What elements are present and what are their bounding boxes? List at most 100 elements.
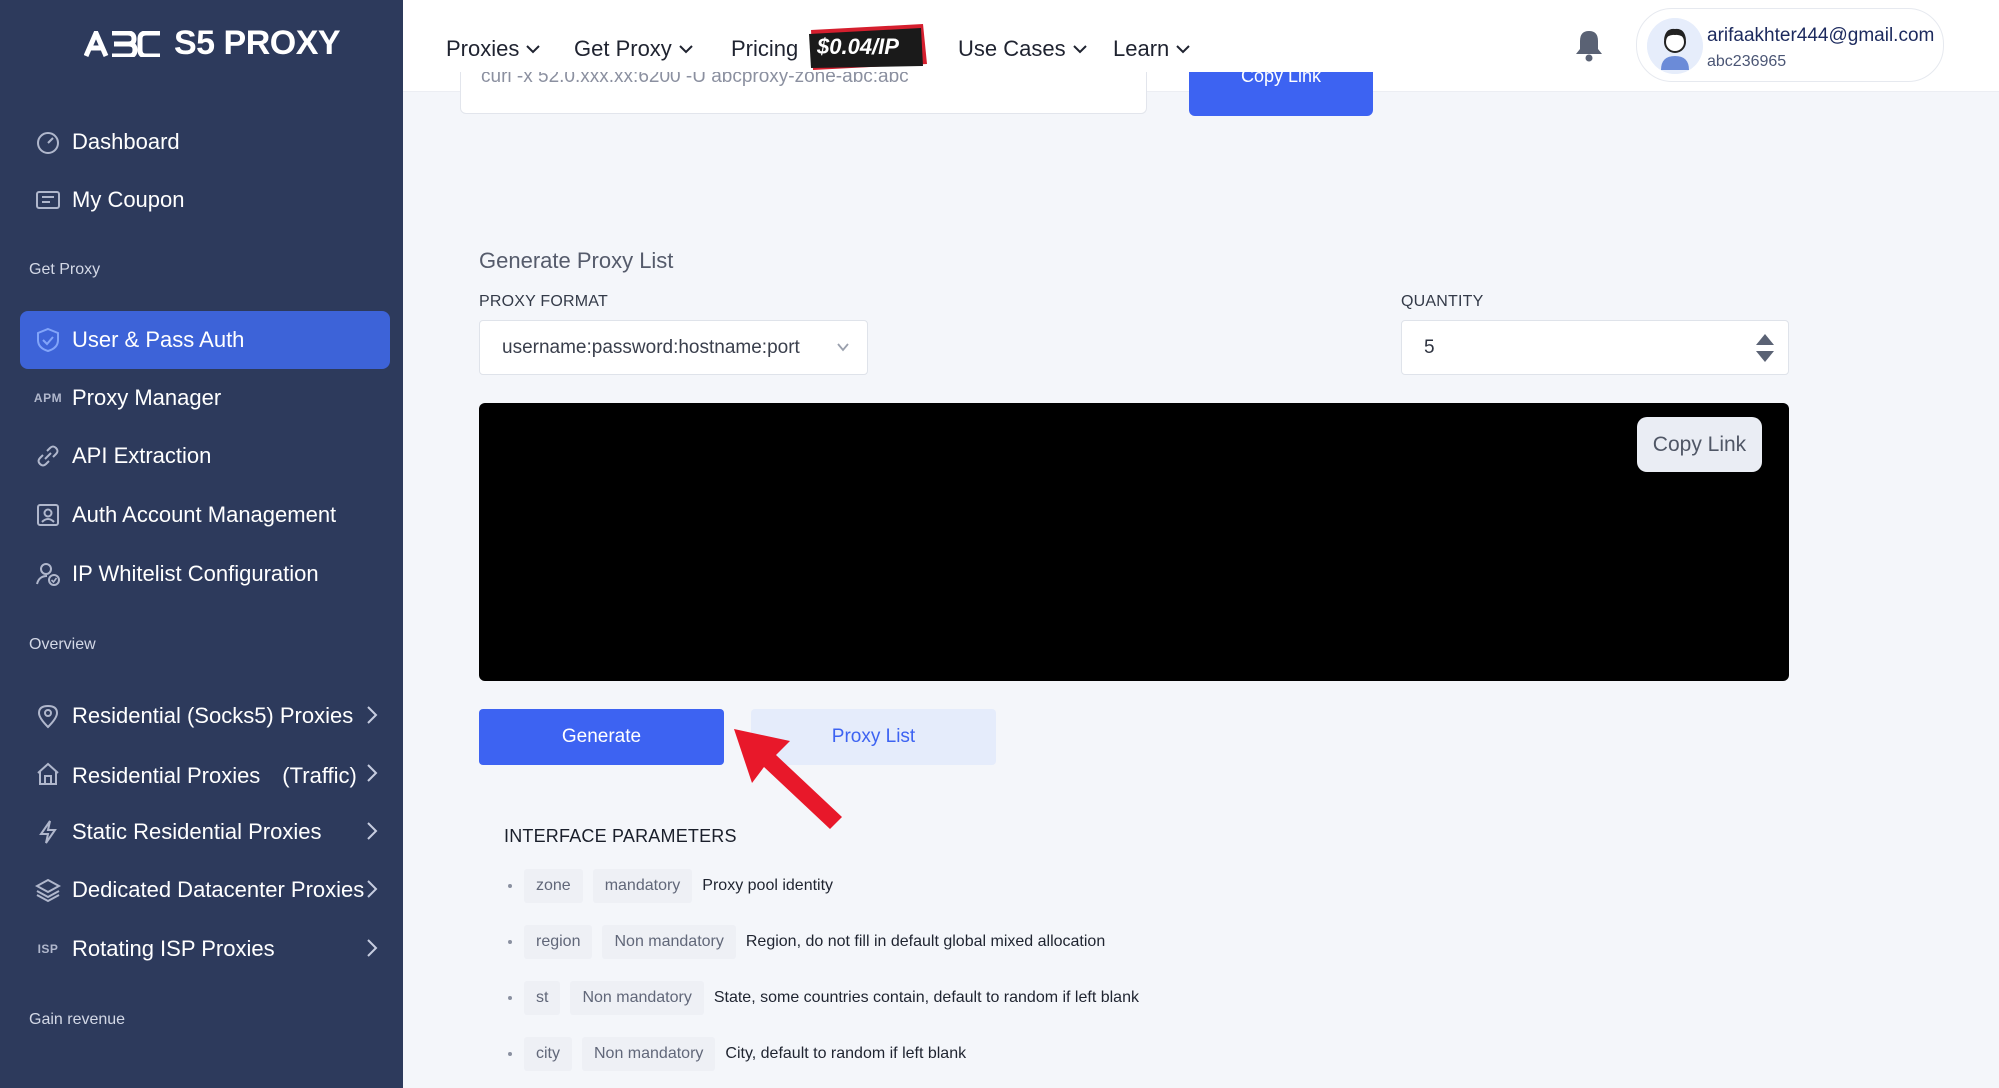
house-icon (34, 760, 62, 788)
chevron-down-icon (679, 45, 693, 54)
chevron-down-icon (1176, 45, 1190, 54)
bullet (508, 940, 512, 944)
param-requirement: Non mandatory (582, 1037, 716, 1071)
avatar (1647, 18, 1703, 74)
brand-text: S5 PROXY (174, 24, 341, 62)
chevron-right-icon (367, 880, 378, 898)
previous-command-field[interactable]: curl -x 52.0.xxx.xx:6200 -U abcproxy-zon… (460, 72, 1147, 114)
sidebar-item-auth-account-management[interactable]: Auth Account Management (20, 486, 390, 544)
bullet (508, 996, 512, 1000)
sidebar-item-label: Residential (Socks5) Proxies (72, 703, 354, 728)
nav-get-proxy[interactable]: Get Proxy (574, 36, 694, 62)
previous-copy-link-button[interactable]: Copy Link (1189, 72, 1373, 116)
user-card-icon (34, 501, 62, 529)
bolt-icon (34, 818, 62, 846)
param-name: st (524, 981, 561, 1015)
param-row: st Non mandatory State, some countries c… (508, 981, 1139, 1015)
bullet (508, 884, 512, 888)
sidebar-item-label: Auth Account Management (72, 502, 337, 527)
abc-logo-icon (84, 30, 160, 57)
quantity-stepper[interactable]: 5 (1401, 320, 1789, 375)
button-label: Copy Link (1240, 72, 1322, 86)
link-icon (34, 442, 62, 470)
nav-label: Get Proxy (574, 36, 672, 61)
param-row: zone mandatory Proxy pool identity (508, 869, 833, 903)
price-badge-text: $0.04/IP (817, 34, 899, 59)
param-row: region Non mandatory Region, do not fill… (508, 925, 1105, 959)
location-pin-icon (34, 702, 62, 730)
sidebar-item-dashboard[interactable]: Dashboard (20, 113, 390, 171)
param-name: region (524, 925, 593, 959)
user-profile-card[interactable]: arifaakhter444@gmail.com abc236965 (1636, 8, 1944, 82)
param-name: zone (524, 869, 583, 903)
sidebar-item-dedicated-datacenter[interactable]: Dedicated Datacenter Proxies (20, 861, 390, 919)
apm-icon: APM (33, 391, 63, 405)
nav-learn[interactable]: Learn (1113, 36, 1191, 62)
nav-use-cases[interactable]: Use Cases (958, 36, 1088, 62)
nav-label: Proxies (446, 36, 520, 61)
sidebar-item-label: Dashboard (72, 129, 180, 154)
nav-pricing[interactable]: Pricing (731, 36, 798, 62)
param-requirement: mandatory (592, 869, 693, 903)
chevron-down-icon (1072, 45, 1087, 54)
layers-icon (34, 876, 62, 904)
previous-command-text: curl -x 52.0.xxx.xx:6200 -U abcproxy-zon… (481, 72, 909, 87)
dashboard-icon (34, 128, 62, 156)
nav-label: Learn (1113, 36, 1170, 61)
sidebar-item-ip-whitelist[interactable]: IP Whitelist Configuration (20, 545, 390, 603)
coupon-icon (34, 186, 62, 214)
user-check-icon (34, 560, 62, 588)
shield-icon (34, 326, 62, 354)
nav-proxies[interactable]: Proxies (446, 36, 541, 62)
sidebar-section-gain-revenue: Gain revenue (29, 1011, 126, 1028)
interface-parameters-title: INTERFACE PARAMETERS (504, 826, 737, 846)
chevron-right-icon (367, 706, 378, 724)
sidebar-item-my-coupon[interactable]: My Coupon (20, 171, 390, 229)
generate-button[interactable]: Generate (479, 709, 724, 765)
sidebar-item-label: Proxy Manager (72, 385, 222, 410)
user-email: arifaakhter444@gmail.com (1707, 25, 1935, 46)
nav-label: Use Cases (958, 36, 1066, 61)
param-name: city (524, 1037, 572, 1071)
proxy-format-label: PROXY FORMAT (479, 293, 608, 310)
sidebar-item-label: Rotating ISP Proxies (72, 936, 275, 961)
chevron-right-icon (367, 764, 378, 782)
proxy-format-select[interactable]: username:password:hostname:port (479, 320, 868, 375)
sidebar-item-label: API Extraction (72, 443, 212, 468)
param-description: State, some countries contain, default t… (713, 989, 1139, 1006)
spinner-arrows-icon[interactable] (1754, 332, 1776, 364)
param-description: Region, do not fill in default global mi… (745, 933, 1106, 950)
price-badge[interactable]: $0.04/IP (805, 22, 929, 72)
copy-link-button[interactable]: Copy Link (1637, 417, 1762, 472)
param-row: city Non mandatory City, default to rand… (508, 1037, 966, 1071)
proxy-output-area[interactable] (479, 403, 1789, 681)
sidebar-item-api-extraction[interactable]: API Extraction (20, 427, 390, 485)
param-requirement: Non mandatory (602, 925, 736, 959)
sidebar-item-label: IP Whitelist Configuration (72, 561, 319, 586)
quantity-value: 5 (1424, 336, 1435, 358)
sidebar-section-get-proxy: Get Proxy (29, 261, 101, 278)
param-description: City, default to random if left blank (725, 1045, 967, 1062)
chevron-down-icon (837, 343, 849, 352)
bell-icon[interactable] (1573, 28, 1605, 62)
sidebar-item-residential-socks5[interactable]: Residential (Socks5) Proxies (20, 687, 390, 745)
chevron-right-icon (367, 822, 378, 840)
user-id: abc236965 (1707, 53, 1787, 70)
sidebar-item-proxy-manager[interactable]: APM Proxy Manager (20, 369, 390, 427)
sidebar-item-static-residential[interactable]: Static Residential Proxies (20, 803, 390, 861)
sidebar-item-label: My Coupon (72, 187, 185, 212)
nav-label: Pricing (731, 36, 799, 61)
sidebar-item-label: Dedicated Datacenter Proxies (72, 877, 365, 902)
sidebar-item-label: Residential Proxies (Traffic) (72, 763, 357, 788)
brand-logo[interactable]: S5 PROXY (84, 24, 341, 63)
param-requirement: Non mandatory (570, 981, 704, 1015)
sidebar-item-label: User & Pass Auth (72, 327, 245, 352)
sidebar-item-user-pass-auth[interactable]: User & Pass Auth (20, 311, 390, 369)
proxy-format-value: username:password:hostname:port (502, 336, 800, 358)
sidebar-item-label: Static Residential Proxies (72, 819, 322, 844)
chevron-right-icon (367, 939, 378, 957)
isp-icon: ISP (37, 942, 59, 956)
sidebar-item-rotating-isp[interactable]: ISP Rotating ISP Proxies (20, 920, 390, 978)
bullet (508, 1052, 512, 1056)
sidebar-item-residential-traffic[interactable]: Residential Proxies (Traffic) (20, 745, 390, 803)
